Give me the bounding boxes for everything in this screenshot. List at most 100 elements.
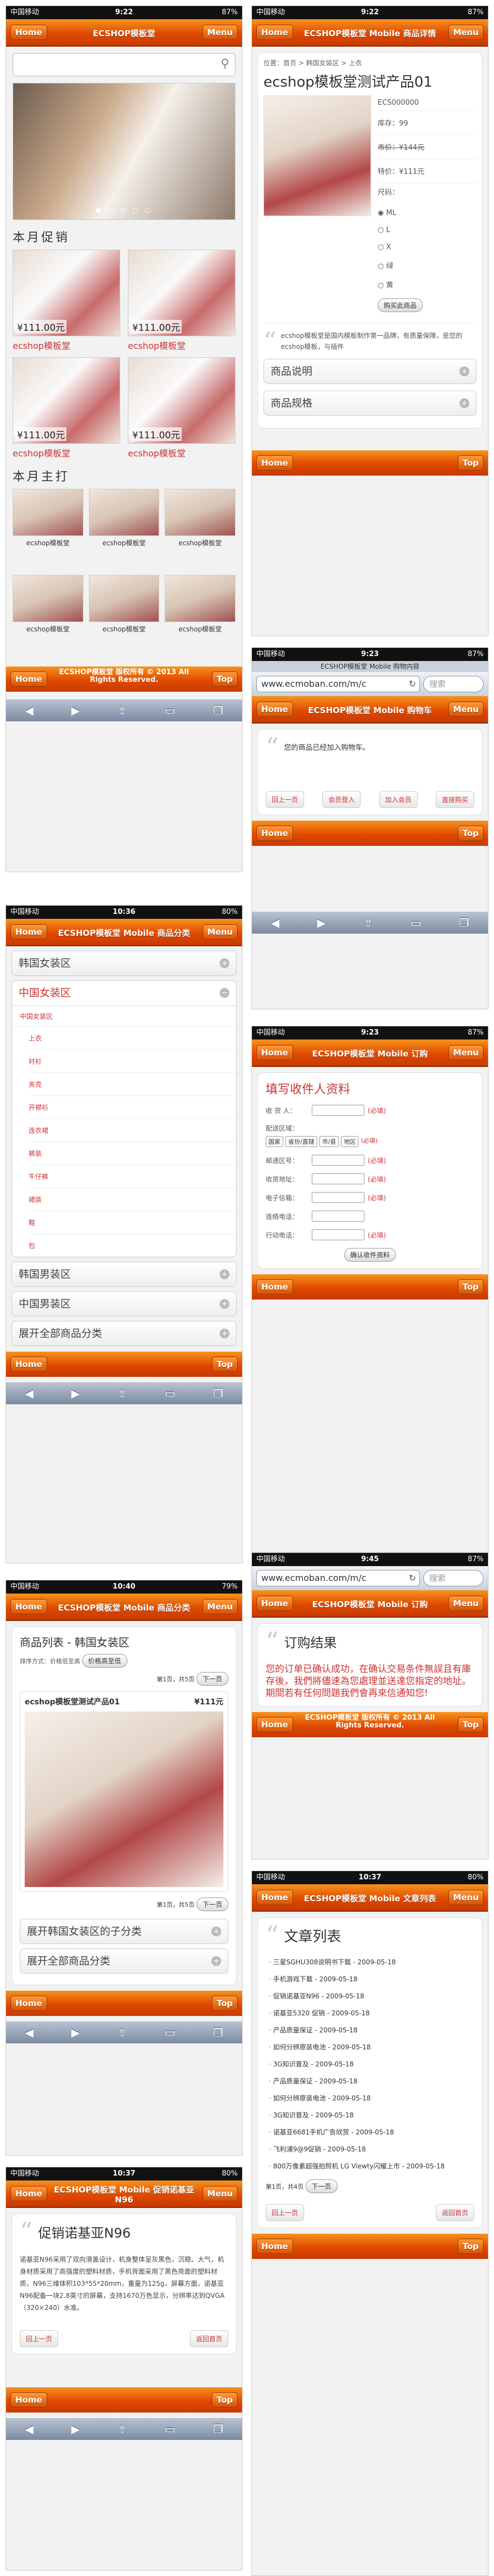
share-icon[interactable]: ⇪ <box>364 916 373 929</box>
forward-icon[interactable]: ▶ <box>71 2422 80 2436</box>
article-link[interactable]: · 如何分辨原装电池 - 2009-05-18 <box>266 2042 474 2052</box>
back-icon[interactable]: ◀ <box>25 2026 33 2039</box>
home-button[interactable]: Home <box>10 2186 47 2201</box>
save-address-button[interactable]: 确认收件资料 <box>344 1248 396 1262</box>
top-button[interactable]: Top <box>457 455 484 471</box>
product-name[interactable]: ecshop模板堂 <box>128 446 235 459</box>
home-button[interactable]: Home <box>10 2392 47 2408</box>
url-field[interactable]: www.ecmoban.com/m/c ↻ <box>256 1570 420 1586</box>
list-item[interactable]: ecshop模板堂测试产品01 ¥111元 <box>20 1691 228 1892</box>
tabs-icon[interactable]: ❐ <box>213 1387 223 1400</box>
search-input[interactable]: ⚲ <box>13 53 235 76</box>
menu-button[interactable]: Menu <box>448 1890 484 1905</box>
product-name[interactable]: ecshop模板堂 <box>89 538 160 547</box>
tabs-icon[interactable]: ❐ <box>459 916 469 929</box>
size-option[interactable]: ◉ ML <box>378 209 476 217</box>
top-button[interactable]: Top <box>457 1279 484 1295</box>
expand-subcategories[interactable]: 展开韩国女装区的子分类 + <box>20 1919 228 1944</box>
menu-button[interactable]: Menu <box>202 2186 238 2201</box>
register-button[interactable]: 加入会员 <box>379 791 418 808</box>
forward-icon[interactable]: ▶ <box>317 916 325 929</box>
search-icon[interactable]: ⚲ <box>221 57 229 71</box>
reload-icon[interactable]: ↻ <box>409 676 416 692</box>
tabs-icon[interactable]: ❐ <box>213 2026 223 2039</box>
promo-item[interactable]: ¥111.00元 ecshop模板堂 <box>13 357 120 459</box>
home-button[interactable]: Home <box>256 1890 293 1905</box>
back-icon[interactable]: ◀ <box>25 1387 33 1400</box>
home-button[interactable]: Home <box>256 25 293 40</box>
forward-icon[interactable]: ▶ <box>71 704 80 717</box>
home-button[interactable]: Home <box>256 826 293 841</box>
next-page-button[interactable]: 下一页 <box>196 1672 228 1686</box>
zip-input[interactable] <box>312 1155 364 1166</box>
district-select[interactable]: 地区 <box>341 1136 359 1147</box>
subcategory-item[interactable]: 夹克 <box>29 1073 236 1096</box>
product-image[interactable]: ¥111.00元 <box>13 357 120 444</box>
menu-button[interactable]: Menu <box>202 25 238 40</box>
promo-item[interactable]: ¥111.00元 ecshop模板堂 <box>13 250 120 352</box>
accordion-product-spec[interactable]: 商品规格 + <box>263 391 476 416</box>
product-name[interactable]: ecshop模板堂 <box>13 446 120 459</box>
product-name[interactable]: ecshop模板堂 <box>128 338 235 352</box>
subcategory-item[interactable]: 上衣 <box>29 1027 236 1050</box>
home-button[interactable]: Home <box>10 671 47 687</box>
category-china-men[interactable]: 中国男装区 + <box>12 1291 237 1317</box>
mobile-input[interactable] <box>312 1229 364 1240</box>
home-link-button[interactable]: 返回首页 <box>435 2204 474 2221</box>
menu-button[interactable]: Menu <box>448 702 484 717</box>
product-image[interactable] <box>13 575 83 622</box>
back-button[interactable]: 回上一页 <box>266 791 305 808</box>
subcategory-item[interactable]: 裤装 <box>29 1142 236 1165</box>
browser-search-field[interactable]: 搜索 <box>423 1570 484 1586</box>
subcategory-item[interactable]: 牛仔裤 <box>29 1165 236 1188</box>
tabs-icon[interactable]: ❐ <box>213 704 223 717</box>
home-button[interactable]: Home <box>256 1717 293 1732</box>
home-button[interactable]: Home <box>10 1996 47 2011</box>
product-image[interactable]: ¥111.00元 <box>128 357 235 444</box>
share-icon[interactable]: ⇪ <box>118 1387 127 1400</box>
size-option[interactable]: ○ L <box>378 226 476 234</box>
home-button[interactable]: Home <box>256 2239 293 2254</box>
article-link[interactable]: · 诺基亚6681手机广告欣赏 - 2009-05-18 <box>266 2127 474 2137</box>
article-link[interactable]: · 手机游戏下载 - 2009-05-18 <box>266 1974 474 1984</box>
home-button[interactable]: Home <box>10 924 47 940</box>
breadcrumb[interactable]: 位置：首页 > 韩国女装区 > 上衣 <box>263 58 476 67</box>
buy-now-button[interactable]: 直接购买 <box>435 791 474 808</box>
product-name[interactable]: ecshop模板堂 <box>89 624 160 634</box>
subcategory-item[interactable]: 衬衫 <box>29 1050 236 1073</box>
province-select[interactable]: 省份/直辖 <box>285 1136 317 1147</box>
product-image[interactable] <box>263 95 371 216</box>
size-option[interactable]: ○ 黄 <box>378 279 476 290</box>
product-name[interactable]: ecshop模板堂测试产品01 <box>25 1696 120 1707</box>
category-korea-women[interactable]: 韩国女装区 + <box>12 951 237 976</box>
product-name[interactable]: ecshop模板堂 <box>13 624 83 634</box>
bookmarks-icon[interactable]: ▭ <box>165 2026 175 2039</box>
home-button[interactable]: Home <box>256 702 293 717</box>
subcategory-item[interactable]: 连衣裙 <box>29 1119 236 1142</box>
bookmarks-icon[interactable]: ▭ <box>165 2422 175 2436</box>
hot-item[interactable]: ecshop模板堂 <box>88 575 160 634</box>
top-button[interactable]: Top <box>211 671 238 687</box>
email-input[interactable] <box>312 1192 364 1203</box>
home-button[interactable]: Home <box>256 455 293 471</box>
hot-item[interactable]: ecshop模板堂 <box>13 489 83 547</box>
home-button[interactable]: Home <box>256 1596 293 1611</box>
back-icon[interactable]: ◀ <box>271 916 279 929</box>
url-field[interactable]: www.ecmoban.com/m/c ↻ <box>256 676 420 692</box>
accordion-product-desc[interactable]: 商品说明 + <box>263 359 476 384</box>
article-link[interactable]: · 3G知识普及 - 2009-05-18 <box>266 2059 474 2069</box>
product-image[interactable] <box>13 489 83 536</box>
menu-button[interactable]: Menu <box>202 1599 238 1614</box>
home-button[interactable]: Home <box>10 25 47 40</box>
product-name[interactable]: ecshop模板堂 <box>13 338 120 352</box>
share-icon[interactable]: ⇪ <box>118 704 127 717</box>
back-button[interactable]: 回上一页 <box>266 2204 305 2221</box>
home-button[interactable]: Home <box>10 1357 47 1372</box>
next-page-button[interactable]: 下一页 <box>196 1897 228 1911</box>
expand-all-categories[interactable]: 展开全部商品分类 + <box>20 1948 228 1974</box>
product-image[interactable]: ¥111.00元 <box>13 250 120 336</box>
back-icon[interactable]: ◀ <box>25 2422 33 2436</box>
hot-item[interactable]: ecshop模板堂 <box>88 489 160 547</box>
product-image[interactable] <box>25 1711 223 1887</box>
hot-item[interactable]: ecshop模板堂 <box>165 489 235 547</box>
